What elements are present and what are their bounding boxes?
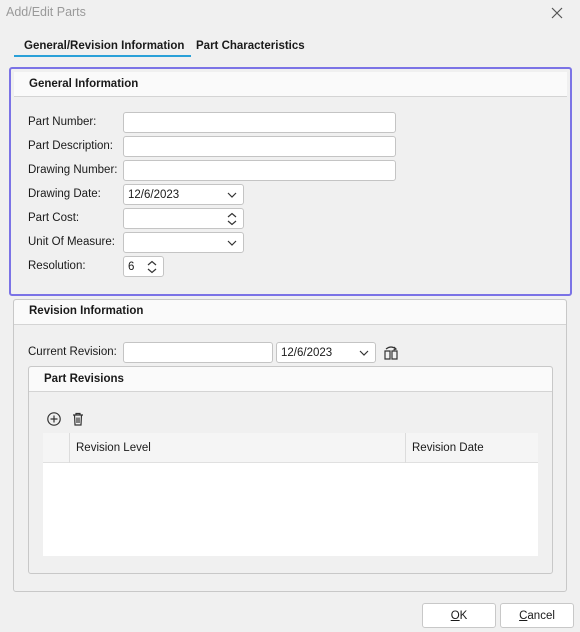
revision-level-column-header[interactable]: Revision Level: [69, 433, 405, 463]
unit-of-measure-label: Unit Of Measure:: [28, 236, 115, 248]
cancel-mnemonic: C: [519, 609, 528, 622]
spinner-icon[interactable]: [227, 212, 237, 226]
drawing-number-label: Drawing Number:: [28, 164, 118, 176]
copy-revision-icon: [384, 346, 398, 360]
tab-part-characteristics[interactable]: Part Characteristics: [196, 40, 305, 52]
add-icon: [47, 412, 61, 426]
drawing-date-picker[interactable]: 12/6/2023: [123, 184, 244, 205]
part-description-field[interactable]: [123, 136, 396, 157]
revision-date-column-header[interactable]: Revision Date: [405, 433, 538, 463]
revision-date-picker[interactable]: 12/6/2023: [276, 342, 376, 363]
copy-revision-button[interactable]: [382, 344, 400, 362]
chevron-down-icon[interactable]: [227, 238, 237, 248]
ok-label-rest: K: [459, 609, 468, 622]
revision-date-value: 12/6/2023: [281, 346, 333, 359]
revision-information-header: Revision Information: [14, 300, 566, 325]
part-cost-spinner[interactable]: [123, 208, 244, 229]
drawing-date-label: Drawing Date:: [28, 188, 101, 200]
close-icon: [551, 7, 563, 19]
general-information-header: General Information: [14, 72, 567, 97]
ok-mnemonic: O: [450, 609, 460, 622]
part-revisions-header: Part Revisions: [29, 367, 552, 392]
part-cost-label: Part Cost:: [28, 212, 80, 224]
resolution-spinner[interactable]: 6: [123, 256, 164, 277]
ok-button[interactable]: OK: [422, 603, 496, 628]
add-revision-button[interactable]: [46, 411, 62, 427]
part-number-label: Part Number:: [28, 116, 97, 128]
cancel-button[interactable]: Cancel: [500, 603, 574, 628]
part-revisions-grid[interactable]: Revision Level Revision Date: [43, 433, 538, 556]
chevron-down-icon[interactable]: [227, 190, 237, 200]
part-number-field[interactable]: [123, 112, 396, 133]
drawing-number-field[interactable]: [123, 160, 396, 181]
part-revisions-panel: Part Revisions Revision Level Revision D…: [28, 366, 553, 574]
revision-information-panel: Revision Information Current Revision: 1…: [13, 299, 567, 592]
cancel-label-rest: ancel: [527, 609, 555, 622]
resolution-value: 6: [128, 260, 135, 273]
drawing-date-value: 12/6/2023: [128, 188, 180, 201]
current-revision-field[interactable]: [123, 342, 273, 363]
current-revision-label: Current Revision:: [28, 346, 117, 358]
spinner-icon[interactable]: [147, 260, 157, 274]
general-information-panel: General Information: [9, 67, 572, 296]
revision-information-title: Revision Information: [29, 305, 144, 317]
part-revisions-title: Part Revisions: [44, 373, 124, 385]
delete-revision-button[interactable]: [70, 411, 86, 427]
chevron-down-icon[interactable]: [359, 348, 369, 358]
general-information-title: General Information: [29, 78, 139, 90]
resolution-label: Resolution:: [28, 260, 86, 272]
delete-icon: [73, 412, 83, 426]
unit-of-measure-dropdown[interactable]: [123, 232, 244, 253]
active-tab-indicator: [14, 55, 191, 57]
part-description-label: Part Description:: [28, 140, 114, 152]
grid-header-row: Revision Level Revision Date: [43, 433, 538, 463]
row-selector-header: [43, 433, 69, 463]
close-button[interactable]: [545, 2, 569, 24]
window-title: Add/Edit Parts: [6, 5, 86, 19]
tab-general-revision[interactable]: General/Revision Information: [24, 40, 184, 52]
